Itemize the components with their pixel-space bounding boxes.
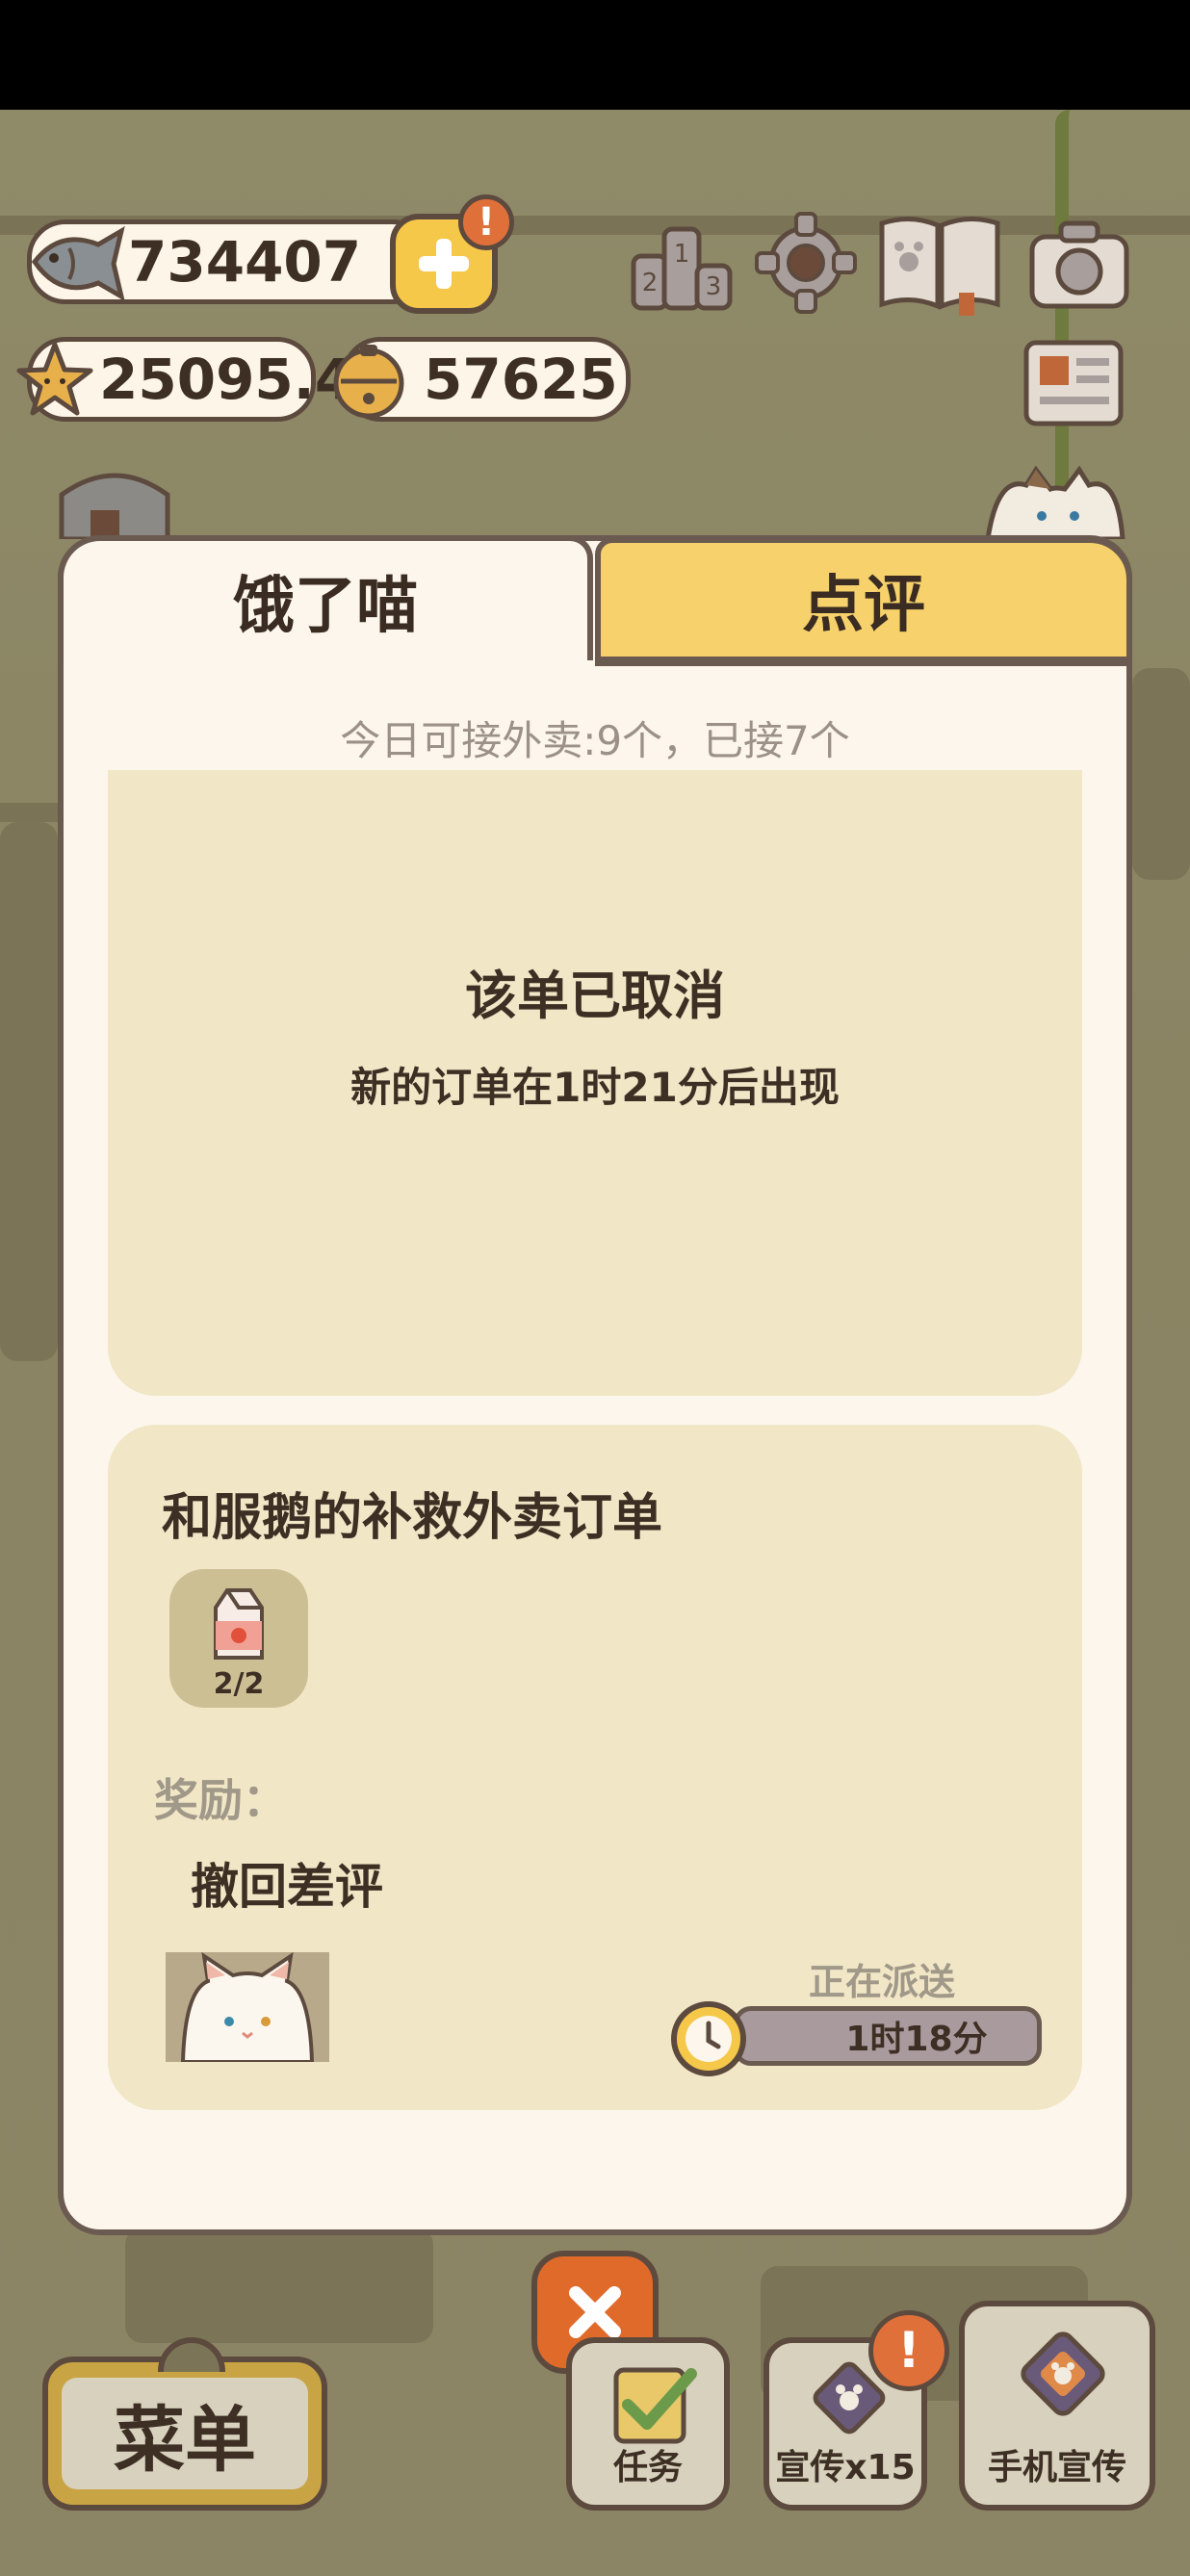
menu-plate: 菜单 [62,2378,308,2489]
bell-icon [333,345,404,419]
delivery-timer-bar: 1时18分 [734,2006,1042,2066]
cancelled-title: 该单已取消 [465,966,725,1026]
tab-review[interactable]: 点评 [595,537,1132,662]
tab-divider [595,660,1132,666]
menu-label: 菜单 [114,2398,256,2482]
promo-alert-badge: ! [868,2310,949,2391]
delivery-timer: 1时18分 [845,2020,988,2059]
fish-amount: 734407 [128,229,362,295]
cat-face-icon [166,1952,329,2062]
order-item[interactable]: 2/2 [169,1569,308,1708]
tab-hungry-meow[interactable]: 饿了喵 [58,535,593,660]
phone-promo-button[interactable]: 手机宣传 [959,2301,1155,2511]
peeking-cat-icon [985,466,1125,539]
tab-hungry-meow-label: 饿了喵 [233,571,418,642]
plus-icon [419,239,469,289]
svg-text:2: 2 [642,269,659,297]
background-furniture [125,2228,433,2343]
background-furniture [0,822,58,1361]
camera-icon[interactable] [1026,216,1132,312]
reward-label: 奖励： [154,1774,287,1826]
star-amount: 25095.4 [99,347,354,412]
clock-icon [671,2001,746,2076]
hut-icon [59,473,170,539]
menu-button[interactable]: 菜单 [42,2337,327,2511]
background-furniture [1132,668,1190,880]
reward-text: 撤回差评 [191,1859,383,1915]
gear-icon[interactable] [753,210,859,316]
status-bar [0,0,1190,110]
courier-cat-avatar [166,1952,329,2062]
phone-promo-icon [1021,2331,1105,2416]
rescue-order-card: 和服鹅的补救外卖订单 2/2 奖励： 撤回差评 正在派送 1时18分 [108,1425,1082,2110]
quota-text: 今日可接外卖:9个，已接7个 [340,717,850,764]
promo-label: 宣传x15 [775,2448,916,2487]
newspaper-icon[interactable] [1021,335,1126,431]
svg-text:1: 1 [674,240,690,269]
next-order-countdown: 新的订单在1时21分后出现 [350,1064,840,1111]
svg-text:3: 3 [706,272,722,301]
milk-carton-icon [214,1588,264,1660]
delivery-status: 正在派送 [809,1961,956,2003]
task-button[interactable]: 任务 [566,2337,730,2511]
checklist-icon [613,2367,697,2444]
ranking-icon[interactable]: 2 1 3 [628,214,736,314]
close-icon [569,2286,621,2338]
fish-icon [31,225,125,302]
tab-review-label: 点评 [802,570,925,641]
task-label: 任务 [612,2448,683,2487]
alert-badge: ! [458,194,514,250]
phone-promo-label: 手机宣传 [987,2448,1126,2487]
order-title: 和服鹅的补救外卖订单 [162,1489,663,1547]
star-icon [16,342,93,416]
item-count: 2/2 [213,1667,265,1701]
cancelled-order-card: 该单已取消 新的订单在1时21分后出现 [108,770,1082,1396]
paw-book-icon[interactable] [874,210,1005,318]
bell-amount: 57625 [424,347,618,412]
